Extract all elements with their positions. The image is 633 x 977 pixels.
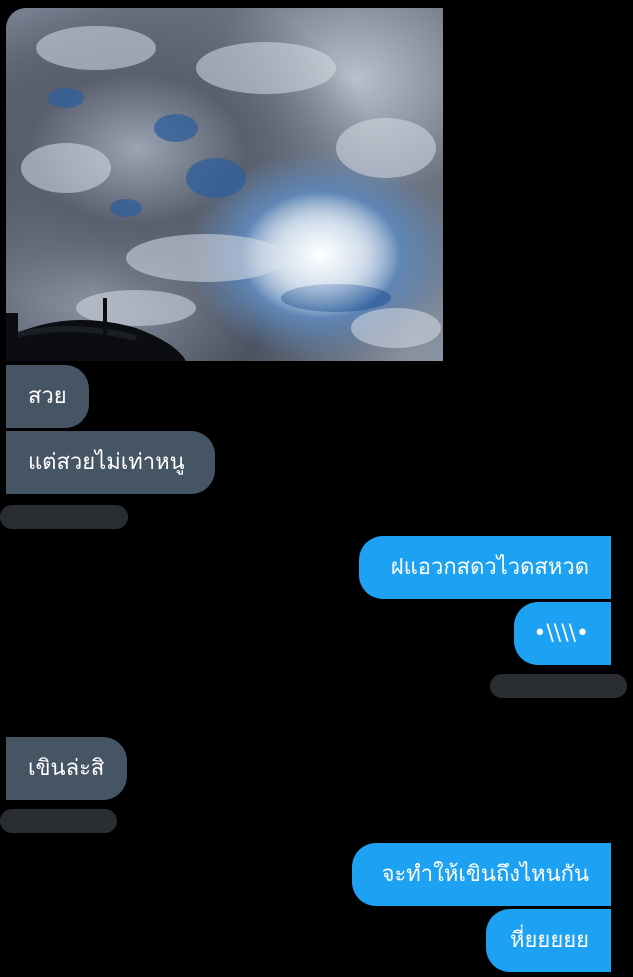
timestamp-placeholder — [490, 674, 627, 698]
message-text: เขินล่ะสิ — [28, 755, 105, 781]
message-text: ฝแอวกสดวไวดสหวด — [390, 554, 589, 580]
message-bubble-incoming[interactable]: แต่สวยไม่เท่าหนู — [6, 431, 215, 494]
cloud-photo-image — [6, 8, 443, 361]
message-text: หี่ยยยยย — [510, 927, 589, 953]
timestamp-placeholder — [0, 809, 117, 833]
message-bubble-outgoing[interactable]: หี่ยยยยย — [486, 909, 611, 972]
timestamp-placeholder — [0, 505, 128, 529]
message-bubble-outgoing[interactable]: ฝแอวกสดวไวดสหวด — [359, 536, 611, 599]
message-bubble-incoming[interactable]: สวย — [6, 365, 89, 428]
message-text: สวย — [28, 383, 67, 409]
message-bubble-outgoing[interactable]: จะทำให้เขินถึงไหนกัน — [352, 843, 611, 906]
message-text: จะทำให้เขินถึงไหนกัน — [381, 861, 589, 887]
shared-photo[interactable] — [6, 8, 443, 361]
message-bubble-incoming[interactable]: เขินล่ะสิ — [6, 737, 127, 800]
message-text: แต่สวยไม่เท่าหนู — [28, 449, 185, 475]
message-text: •\\\\• — [533, 620, 589, 646]
message-bubble-outgoing[interactable]: •\\\\• — [514, 602, 611, 665]
